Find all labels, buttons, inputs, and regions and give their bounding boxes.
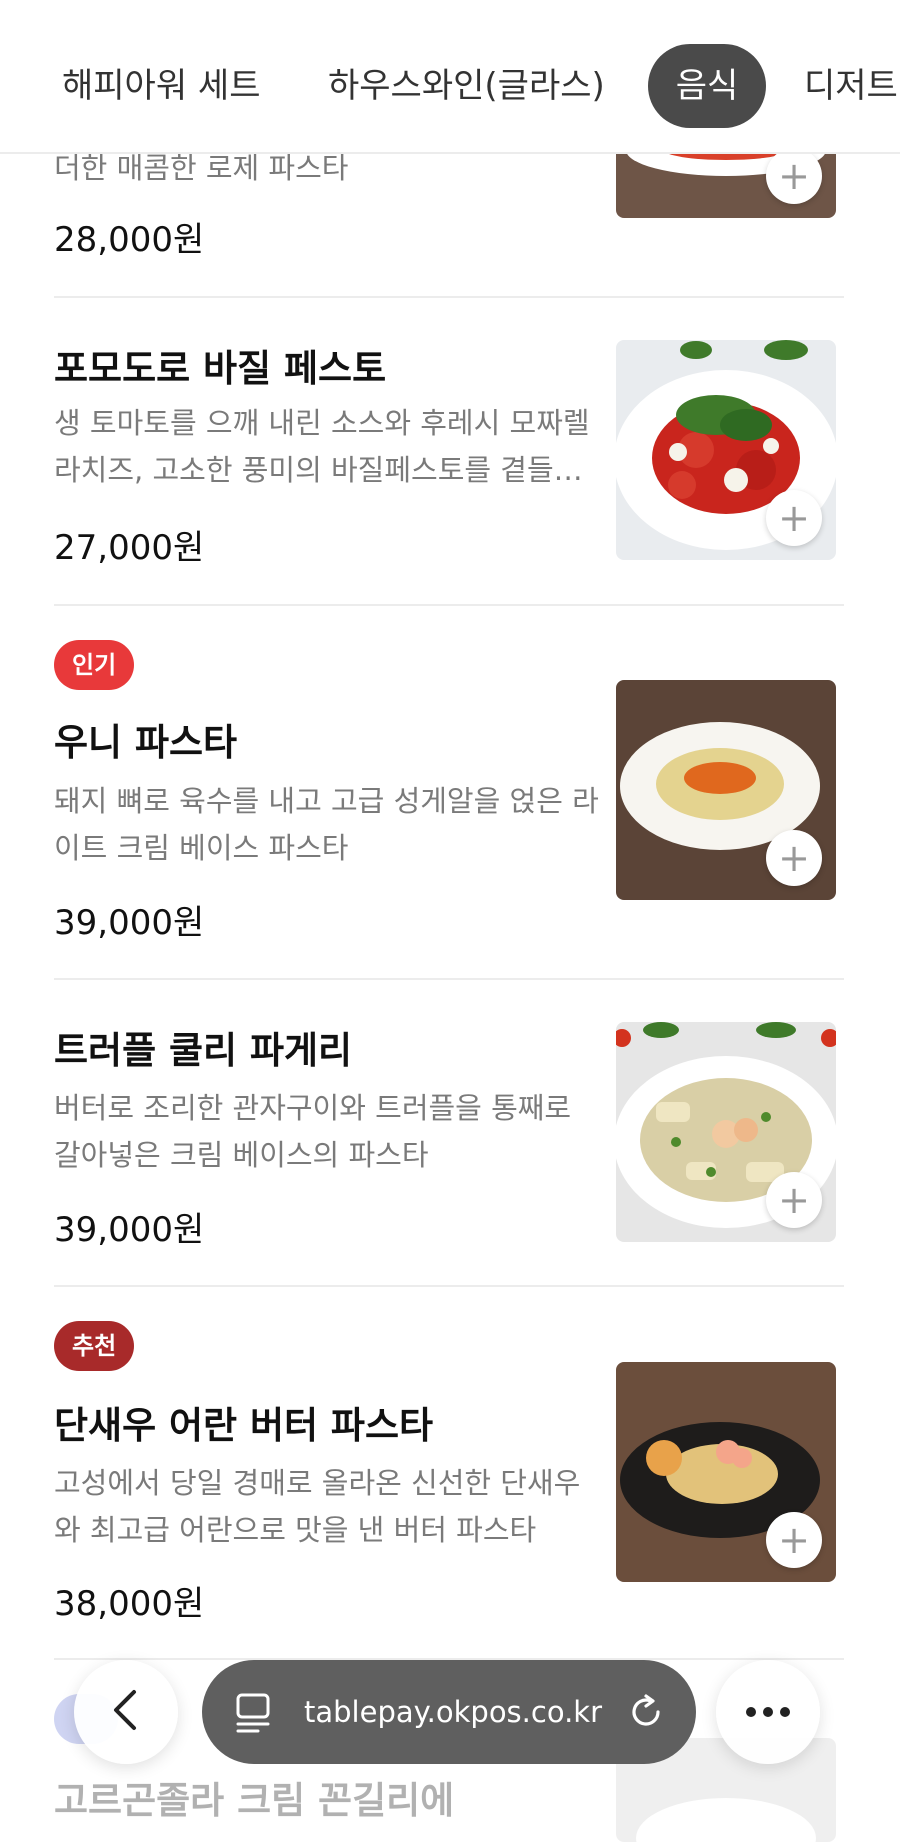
divider (54, 604, 844, 606)
tab-dessert[interactable]: 디저트 (778, 44, 900, 128)
back-button[interactable] (74, 1660, 178, 1764)
menu-item-name: 포모도로 바질 페스토 (54, 347, 387, 390)
add-to-cart-button[interactable]: + (766, 490, 822, 546)
tab-food[interactable]: 음식 (648, 44, 766, 128)
divider (54, 296, 844, 298)
menu-item-price: 27,000원 (54, 528, 205, 568)
divider (54, 978, 844, 980)
badge-popular: 인기 (54, 640, 135, 690)
add-to-cart-button[interactable]: + (766, 830, 822, 886)
url-bar[interactable]: tablepay.okpos.co.kr (202, 1660, 696, 1764)
menu-item-name: 고르곤졸라 크림 꼰길리에 (54, 1779, 455, 1822)
menu-item-name: 단새우 어란 버터 파스타 (54, 1404, 434, 1447)
menu-item-photo[interactable]: + (616, 340, 836, 560)
reload-icon[interactable] (626, 1692, 666, 1736)
menu-item-description: 생 토마토를 으깨 내린 소스와 후레시 모짜렐라치즈, 고소한 풍미의 바질페… (54, 406, 590, 487)
menu-item-photo[interactable]: + (616, 1022, 836, 1242)
menu-item-price: 38,000원 (54, 1584, 205, 1624)
menu-item-photo[interactable]: + (616, 680, 836, 900)
menu-item-name: 트러플 쿨리 파게리 (54, 1029, 353, 1072)
add-to-cart-button[interactable]: + (766, 1512, 822, 1568)
menu-item-price: 39,000원 (54, 903, 205, 943)
tab-house-wine-glass[interactable]: 하우스와인(글라스) (302, 44, 631, 128)
add-to-cart-button[interactable]: + (766, 148, 822, 204)
menu-list: 더한 매콤한 로제 파스타 28,000원 + 포모도로 바질 페스토 생 토마… (0, 0, 900, 1842)
tab-happy-hour-set[interactable]: 해피아워 세트 (36, 44, 287, 128)
menu-item-price: 28,000원 (54, 220, 205, 260)
category-tab-bar: 해피아워 세트 하우스와인(글라스) 음식 디저트 (0, 0, 900, 154)
menu-item-description: 고성에서 당일 경매로 올라온 신선한 단새우와 최고급 어란으로 맛을 낸 버… (54, 1466, 581, 1547)
tabs-icon[interactable] (234, 1692, 274, 1738)
menu-item-description: 돼지 뼈로 육수를 내고 고급 성게알을 얹은 라이트 크림 베이스 파스타 (54, 784, 599, 865)
add-to-cart-button[interactable]: + (766, 1172, 822, 1228)
menu-item-description: 버터로 조리한 관자구이와 트러플을 통째로 갈아넣은 크림 베이스의 파스타 (54, 1091, 572, 1172)
url-text[interactable]: tablepay.okpos.co.kr (304, 1660, 602, 1764)
ellipsis-icon (745, 1703, 791, 1722)
badge-recommended: 추천 (54, 1321, 135, 1371)
menu-item-price: 39,000원 (54, 1210, 205, 1250)
menu-item-name: 우니 파스타 (54, 721, 238, 764)
more-options-button[interactable] (716, 1660, 820, 1764)
menu-item-photo[interactable]: + (616, 1362, 836, 1582)
chevron-left-icon (108, 1688, 144, 1736)
divider (54, 1285, 844, 1287)
